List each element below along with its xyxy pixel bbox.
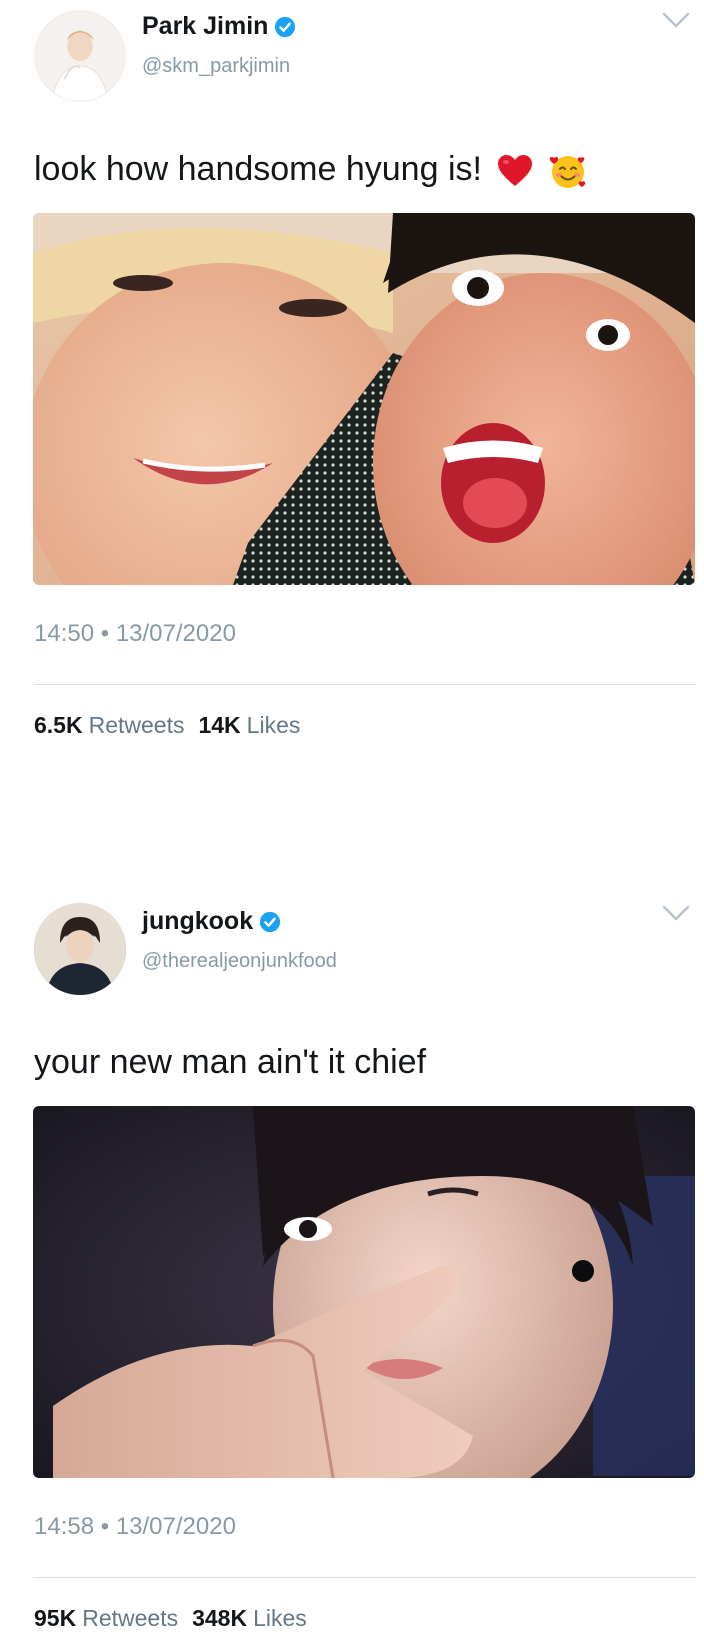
likes-stat[interactable]: 14K Likes (198, 712, 300, 739)
avatar-image (35, 11, 125, 101)
tweet-photo[interactable] (33, 213, 695, 585)
avatar[interactable] (34, 903, 126, 995)
separator-dot: • (100, 1513, 110, 1540)
retweets-stat[interactable]: 6.5K Retweets (34, 712, 184, 739)
likes-count: 348K (192, 1605, 248, 1631)
avatar[interactable] (34, 10, 126, 102)
retweets-label: Retweets (88, 712, 185, 738)
retweets-count: 95K (34, 1605, 77, 1631)
tweet-time: 14:50 (34, 620, 95, 647)
tweet-text: look how handsome hyung is! (34, 150, 587, 190)
likes-stat[interactable]: 348K Likes (192, 1605, 307, 1632)
tweet-text-body: look how handsome hyung is! (34, 150, 482, 188)
divider (34, 1577, 696, 1578)
tweet-text-body: your new man ain't it chief (34, 1043, 427, 1081)
red-heart-emoji-icon (498, 155, 533, 187)
user-handle[interactable]: @skm_parkjimin (142, 55, 290, 78)
tweet-date: 13/07/2020 (115, 1513, 236, 1540)
divider (34, 684, 696, 685)
user-handle[interactable]: @therealjeonjunkfood (142, 950, 337, 973)
tweet-timestamp[interactable]: 14:50 • 13/07/2020 (34, 620, 236, 648)
likes-label: Likes (253, 1605, 307, 1631)
engagement-stats: 95K Retweets 348K Likes (34, 1605, 307, 1632)
chevron-down-icon[interactable] (660, 901, 692, 925)
tweet-date: 13/07/2020 (115, 620, 236, 647)
tweet-text: your new man ain't it chief (34, 1043, 426, 1082)
tweet-photo[interactable] (33, 1106, 695, 1478)
likes-count: 14K (198, 712, 241, 738)
verified-badge-icon (275, 16, 296, 37)
tweet-time: 14:58 (34, 1513, 95, 1540)
likes-label: Likes (246, 712, 301, 738)
tweet-card: jungkook @therealjeonjunkfood your new m… (0, 893, 704, 1651)
retweets-stat[interactable]: 95K Retweets (34, 1605, 178, 1632)
tweet-card: Park Jimin @skm_parkjimin look how hands… (0, 0, 704, 780)
chevron-down-icon[interactable] (660, 8, 692, 32)
tweet-timestamp[interactable]: 14:58 • 13/07/2020 (34, 1513, 236, 1541)
display-name-text: jungkook (142, 907, 254, 935)
smiling-face-with-hearts-emoji-icon (549, 156, 586, 189)
retweets-count: 6.5K (34, 712, 83, 738)
engagement-stats: 6.5K Retweets 14K Likes (34, 712, 300, 739)
display-name-text: Park Jimin (142, 12, 269, 40)
avatar-image (34, 903, 126, 995)
display-name[interactable]: jungkook (142, 907, 281, 936)
retweets-label: Retweets (82, 1605, 179, 1631)
separator-dot: • (100, 620, 110, 647)
verified-badge-icon (260, 911, 281, 932)
photo-image (33, 213, 695, 585)
display-name[interactable]: Park Jimin (142, 12, 296, 41)
photo-image (33, 1106, 695, 1478)
